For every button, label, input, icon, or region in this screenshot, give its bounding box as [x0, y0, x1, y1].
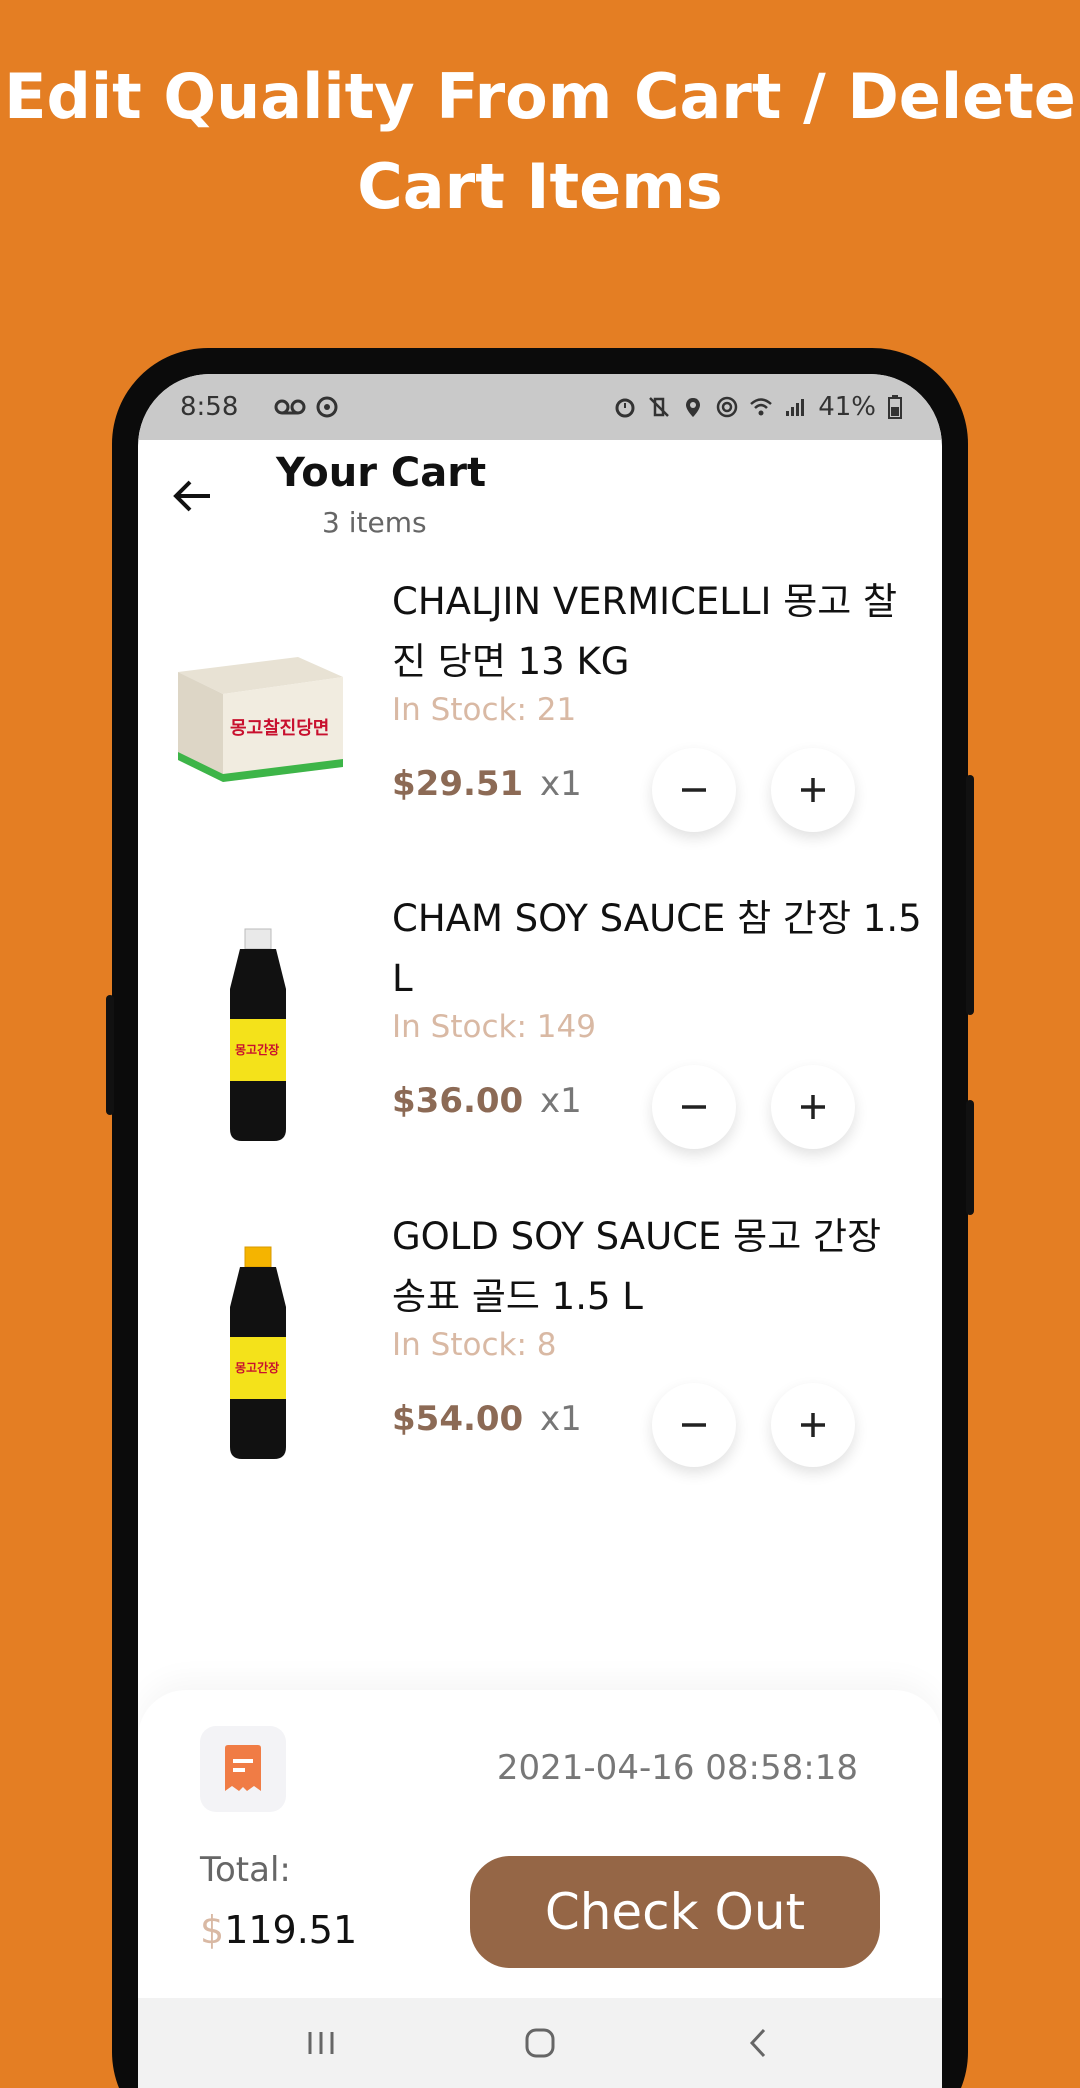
plus-icon: [801, 1413, 825, 1437]
alarm-icon: [615, 398, 635, 418]
minus-icon: [682, 1423, 706, 1427]
product-price: $29.51: [392, 764, 524, 804]
system-nav-bar: [138, 1998, 942, 2088]
price-row: $36.00 x1: [392, 1081, 582, 1121]
checkout-button[interactable]: Check Out: [470, 1856, 880, 1968]
product-price: $54.00: [392, 1399, 524, 1439]
box-label: 몽고찰진당면: [230, 718, 329, 739]
app-bar: Your Cart 3 items: [138, 440, 942, 550]
decrease-qty-button[interactable]: [652, 748, 736, 832]
promo-headline: Edit Quality From Cart / Delete Cart Ite…: [0, 52, 1080, 232]
hotspot-icon: [716, 396, 738, 418]
increase-qty-button[interactable]: [771, 1383, 855, 1467]
cart-item: 몽고간장 CHAM SOY SAUCE 참 간장 1.5 L In Stock:…: [138, 889, 942, 1205]
stock-label: In Stock:: [392, 692, 527, 728]
home-icon[interactable]: [515, 2018, 565, 2068]
stock-value: 21: [536, 692, 577, 728]
battery-percent: 41%: [818, 392, 876, 422]
stock-value: 8: [536, 1327, 557, 1363]
phone-screen: 8:58 41% Your Cart 3 items 몽고찰진당면 CHALJI…: [138, 374, 942, 2088]
receipt-icon: [225, 1745, 261, 1791]
stock-label: In Stock:: [392, 1327, 527, 1363]
product-name: CHALJIN VERMICELLI 몽고 찰진 당면 13 KG: [392, 580, 898, 683]
total-amount: $119.51: [200, 1908, 357, 1952]
product-image-vermicelli-box: 몽고찰진당면: [178, 657, 343, 782]
bottle-label: 몽고간장: [235, 1360, 279, 1375]
phone-power-button: [966, 775, 974, 1015]
receipt-button[interactable]: [200, 1726, 286, 1812]
plus-icon: [801, 1095, 825, 1119]
total-label: Total:: [200, 1850, 291, 1890]
product-name: CHAM SOY SAUCE 참 간장 1.5 L: [392, 897, 922, 1000]
decrease-qty-button[interactable]: [652, 1065, 736, 1149]
headline-line-1: Edit Quality From Cart / Delete: [4, 60, 1076, 133]
vibrate-mute-icon: [649, 397, 670, 417]
phone-volume-button: [966, 1100, 974, 1215]
product-qty: x1: [540, 1399, 582, 1439]
cart-item: 몽고간장 GOLD SOY SAUCE 몽고 간장 송표 골드 1.5 L In…: [138, 1207, 942, 1523]
signal-icon: [786, 399, 805, 416]
bottle-label: 몽고간장: [235, 1042, 279, 1057]
stock-info: In Stock: 8: [392, 1327, 556, 1363]
headline-line-2: Cart Items: [357, 150, 723, 223]
minus-icon: [682, 788, 706, 792]
stock-info: In Stock: 21: [392, 692, 576, 728]
status-notification-icons: [273, 394, 343, 426]
arrow-left-icon: [173, 480, 210, 512]
checkout-summary: 2021-04-16 08:58:18 Total: $119.51 Check…: [138, 1690, 942, 1998]
product-price: $36.00: [392, 1081, 524, 1121]
status-right-icons: 41%: [614, 392, 902, 422]
order-timestamp: 2021-04-16 08:58:18: [496, 1748, 858, 1788]
plus-icon: [801, 778, 825, 802]
product-qty: x1: [540, 764, 582, 804]
back-nav-icon[interactable]: [734, 2018, 784, 2068]
product-name: GOLD SOY SAUCE 몽고 간장 송표 골드 1.5 L: [392, 1215, 882, 1318]
product-image-soy-sauce-bottle: 몽고간장: [230, 928, 286, 1141]
product-qty: x1: [540, 1081, 582, 1121]
status-bar: 8:58 41%: [138, 374, 942, 440]
stock-info: In Stock: 149: [392, 1009, 596, 1045]
wifi-icon: [750, 398, 773, 416]
increase-qty-button[interactable]: [771, 748, 855, 832]
price-row: $29.51 x1: [392, 764, 582, 804]
cart-item: 몽고찰진당면 CHALJIN VERMICELLI 몽고 찰진 당면 13 KG…: [138, 572, 942, 888]
decrease-qty-button[interactable]: [652, 1383, 736, 1467]
minus-icon: [682, 1105, 706, 1109]
voicemail-icon: [274, 396, 338, 418]
product-image-gold-soy-sauce-bottle: 몽고간장: [230, 1246, 286, 1459]
recent-apps-icon[interactable]: [296, 2018, 346, 2068]
price-row: $54.00 x1: [392, 1399, 582, 1439]
battery-icon: [888, 395, 902, 419]
stock-value: 149: [536, 1009, 596, 1045]
phone-side-button: [106, 995, 114, 1115]
page-title: Your Cart: [276, 450, 487, 496]
location-icon: [686, 398, 701, 417]
increase-qty-button[interactable]: [771, 1065, 855, 1149]
item-count: 3 items: [322, 506, 427, 539]
status-time: 8:58: [180, 392, 239, 422]
total-currency: $: [200, 1908, 225, 1952]
stock-label: In Stock:: [392, 1009, 527, 1045]
back-button[interactable]: [168, 470, 220, 522]
total-value: 119.51: [224, 1908, 358, 1952]
